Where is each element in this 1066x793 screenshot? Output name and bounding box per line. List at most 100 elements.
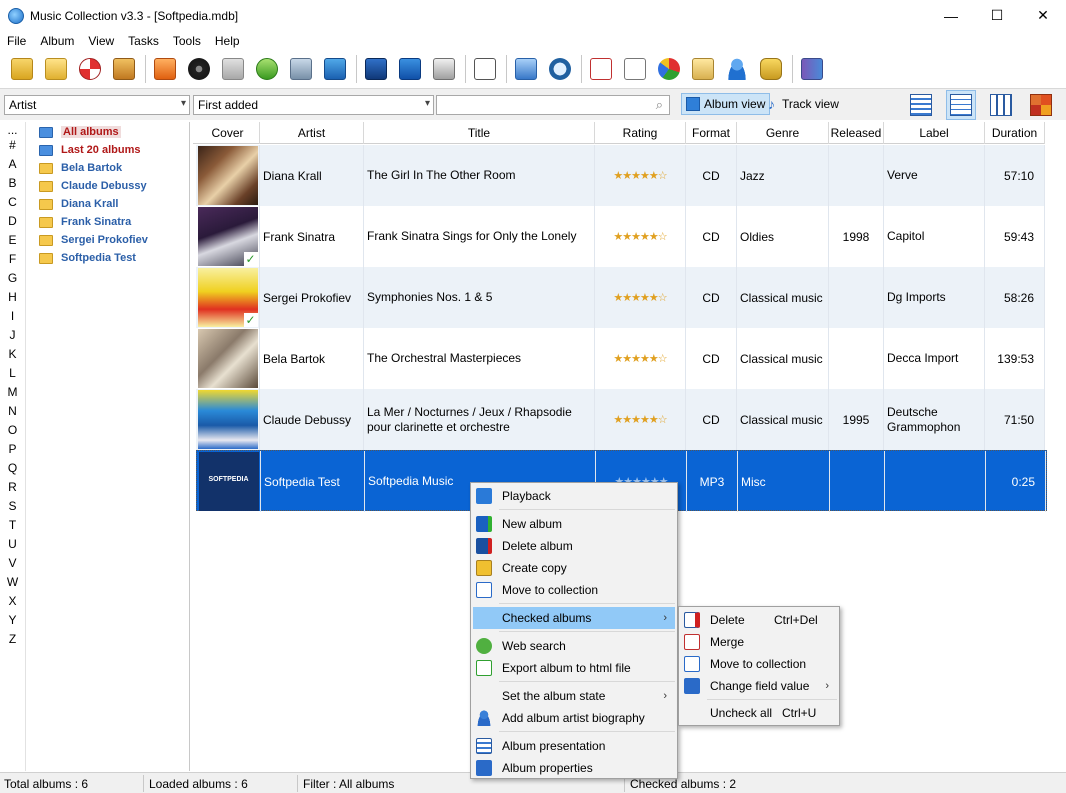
alphabet-letter[interactable]: T (0, 516, 25, 535)
tree-item[interactable]: Sergei Prokofiev (27, 231, 189, 249)
thumbnail-view-button[interactable] (986, 90, 1016, 120)
column-header-cover[interactable]: Cover (196, 122, 260, 144)
menu-album[interactable]: Album (33, 34, 81, 48)
ctx-set-state[interactable]: Set the album state › (473, 685, 675, 707)
column-header-genre[interactable]: Genre (737, 122, 829, 144)
sub-change-field-value[interactable]: Change field value › (681, 675, 837, 697)
column-header-format[interactable]: Format (686, 122, 737, 144)
alphabet-letter[interactable]: F (0, 250, 25, 269)
column-header-released[interactable]: Released (829, 122, 884, 144)
alphabet-letter[interactable]: W (0, 573, 25, 592)
backup-button[interactable] (108, 53, 140, 85)
web-search-button[interactable] (510, 53, 542, 85)
column-header-title[interactable]: Title (364, 122, 595, 144)
exit-button[interactable] (796, 53, 828, 85)
alphabet-letter[interactable]: N (0, 402, 25, 421)
ctx-album-presentation[interactable]: Album presentation (473, 735, 675, 757)
search-input[interactable]: ⌕ (436, 95, 670, 115)
ctx-move-to-collection[interactable]: Move to collection (473, 579, 675, 601)
ctx-export-html[interactable]: Export album to html file (473, 657, 675, 679)
tree-item[interactable]: Bela Bartok (27, 159, 189, 177)
alphabet-letter[interactable]: S (0, 497, 25, 516)
alphabet-letter[interactable]: Z (0, 630, 25, 649)
menu-tasks[interactable]: Tasks (121, 34, 166, 48)
alphabet-letter[interactable]: C (0, 193, 25, 212)
alphabet-letter[interactable]: J (0, 326, 25, 345)
eject-button[interactable] (149, 53, 181, 85)
sub-merge[interactable]: Merge (681, 631, 837, 653)
track-view-button[interactable]: ♪ Track view (764, 93, 843, 115)
user-button[interactable] (721, 53, 753, 85)
cover-view-button[interactable] (1026, 90, 1056, 120)
alphabet-letter[interactable]: Y (0, 611, 25, 630)
table-row[interactable]: ✓ Sergei Prokofiev Symphonies Nos. 1 & 5 ★★… (196, 267, 1045, 328)
order-combo[interactable]: First added ▾ (193, 95, 434, 115)
alphabet-letter[interactable]: A (0, 155, 25, 174)
checklist-button[interactable] (585, 53, 617, 85)
alphabet-letter[interactable]: E (0, 231, 25, 250)
tree-item[interactable]: Frank Sinatra (27, 213, 189, 231)
ctx-new-album[interactable]: New album (473, 513, 675, 535)
table-row[interactable]: Diana Krall The Girl In The Other Room ★★★… (196, 145, 1045, 206)
alphabet-letter[interactable]: R (0, 478, 25, 497)
column-header-artist[interactable]: Artist (260, 122, 364, 144)
menu-view[interactable]: View (81, 34, 121, 48)
document-button[interactable] (619, 53, 651, 85)
open-collection-button[interactable] (40, 53, 72, 85)
alphabet-letter[interactable]: P (0, 440, 25, 459)
menu-file[interactable]: File (0, 34, 33, 48)
plugin-button[interactable] (755, 53, 787, 85)
tree-item[interactable]: Last 20 albums (27, 141, 189, 159)
minimize-button[interactable]: — (928, 0, 974, 31)
archive-button[interactable] (687, 53, 719, 85)
statistics-button[interactable] (653, 53, 685, 85)
ctx-album-properties[interactable]: Album properties (473, 757, 675, 779)
table-row[interactable]: Bela Bartok The Orchestral Masterpieces ★★… (196, 328, 1045, 389)
alphabet-letter[interactable]: G (0, 269, 25, 288)
alphabet-letter[interactable]: M (0, 383, 25, 402)
sub-uncheck-all[interactable]: Uncheck all Ctrl+U (681, 702, 837, 724)
ctx-delete-album[interactable]: Delete album (473, 535, 675, 557)
alphabet-letter[interactable]: H (0, 288, 25, 307)
zoom-button[interactable] (544, 53, 576, 85)
alphabet-letter[interactable]: L (0, 364, 25, 383)
tree-item[interactable]: Diana Krall (27, 195, 189, 213)
delete-album-button[interactable] (360, 53, 392, 85)
alphabet-letter[interactable]: U (0, 535, 25, 554)
details-view-button[interactable] (906, 90, 936, 120)
ctx-add-biography[interactable]: Add album artist biography (473, 707, 675, 729)
album-view-button[interactable]: Album view (681, 93, 771, 115)
tree-item[interactable]: Softpedia Test (27, 249, 189, 267)
alphabet-letter[interactable]: O (0, 421, 25, 440)
ctx-checked-albums[interactable]: Checked albums › (473, 607, 675, 629)
ctx-playback[interactable]: Playback (473, 485, 675, 507)
lifebuoy-button[interactable] (74, 53, 106, 85)
table-row[interactable]: ✓ Frank Sinatra Frank Sinatra Sings for On… (196, 206, 1045, 267)
download-button[interactable] (217, 53, 249, 85)
grid-view-button[interactable] (946, 90, 976, 120)
ctx-create-copy[interactable]: Create copy (473, 557, 675, 579)
alphabet-letter[interactable]: I (0, 307, 25, 326)
column-header-label[interactable]: Label (884, 122, 985, 144)
field-combo[interactable]: Artist ▾ (4, 95, 190, 115)
print-button[interactable] (428, 53, 460, 85)
check-icon[interactable]: ✓ (243, 313, 258, 327)
column-header-rating[interactable]: Rating (595, 122, 686, 144)
alphabet-letter[interactable]: Q (0, 459, 25, 478)
close-button[interactable]: ✕ (1020, 0, 1066, 31)
menu-help[interactable]: Help (208, 34, 247, 48)
find-button[interactable] (251, 53, 283, 85)
scan-button[interactable] (285, 53, 317, 85)
edit-album-button[interactable] (394, 53, 426, 85)
alphabet-letter[interactable]: X (0, 592, 25, 611)
check-icon[interactable]: ✓ (243, 252, 258, 266)
menu-tools[interactable]: Tools (166, 34, 208, 48)
export-html-button[interactable] (469, 53, 501, 85)
alphabet-letter[interactable]: D (0, 212, 25, 231)
tree-item[interactable]: Claude Debussy (27, 177, 189, 195)
new-album-button[interactable] (319, 53, 351, 85)
table-row[interactable]: Claude Debussy La Mer / Nocturnes / Jeux … (196, 389, 1045, 450)
cd-text-button[interactable] (183, 53, 215, 85)
add-album-button[interactable] (6, 53, 38, 85)
alphabet-letter[interactable]: V (0, 554, 25, 573)
